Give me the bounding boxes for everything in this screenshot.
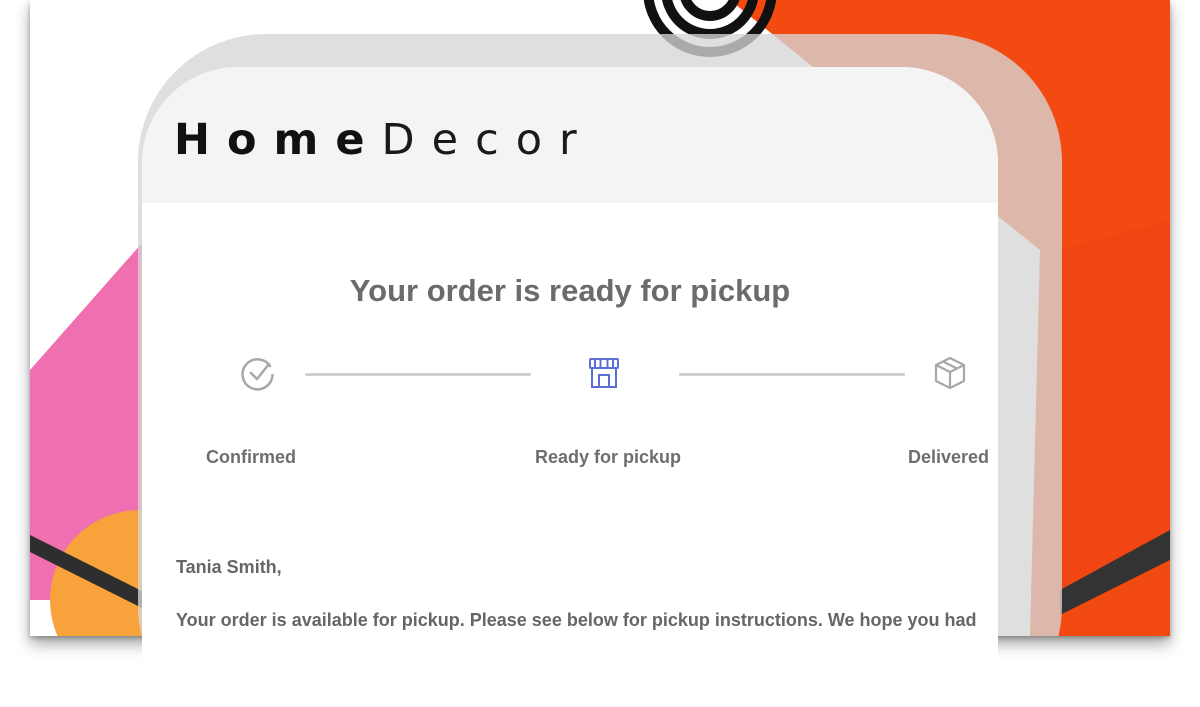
greeting-text: Tania Smith, <box>176 557 282 577</box>
email-content: Your order is ready for pickup Confirmed <box>142 203 998 707</box>
logo-regular-text: Decor <box>381 115 594 165</box>
step-label-delivered: Delivered <box>908 447 990 467</box>
check-circle-icon <box>241 358 274 391</box>
step-label-confirmed: Confirmed <box>206 447 296 467</box>
progress-line-2 <box>679 373 905 376</box>
logo-bold-text: Home <box>174 115 382 165</box>
email-header: HomeDecor <box>142 67 998 203</box>
step-label-ready: Ready for pickup <box>535 447 682 467</box>
brand-logo[interactable]: HomeDecor <box>174 115 594 165</box>
phone-screen: HomeDecor Your order is ready for pickup <box>142 67 998 707</box>
package-box-icon <box>934 356 966 390</box>
page-title: Your order is ready for pickup <box>349 273 791 308</box>
storefront-icon <box>589 358 619 388</box>
body-paragraph: Your order is available for pickup. Plea… <box>176 610 977 630</box>
progress-line-1 <box>305 373 531 376</box>
